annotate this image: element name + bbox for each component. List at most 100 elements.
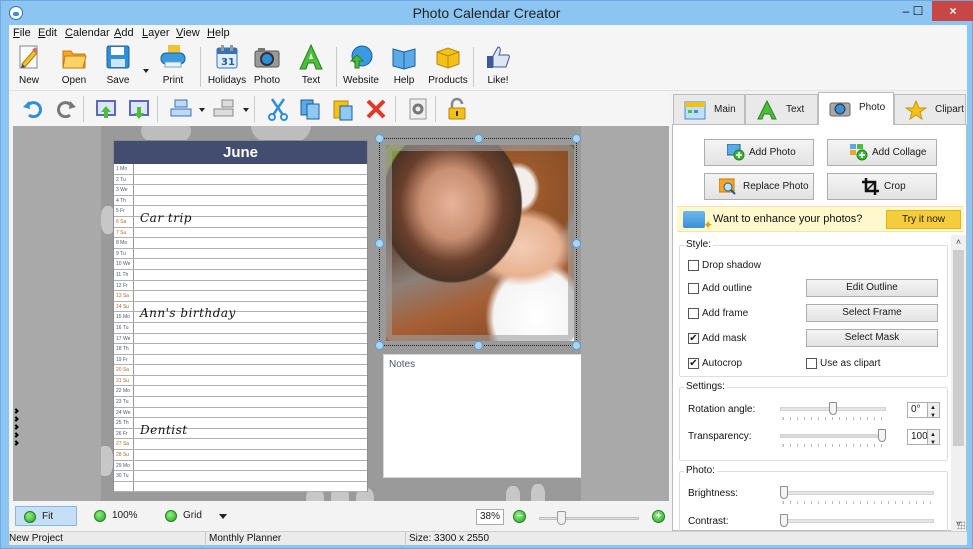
collapse-arrows[interactable]: [13, 408, 22, 449]
fit-button[interactable]: Fit: [15, 506, 77, 526]
calendar-entry-text[interactable]: Ann's birthday: [140, 306, 236, 320]
add-mask-checkbox[interactable]: ✔ Add mask: [688, 333, 746, 344]
save-button[interactable]: Save: [94, 44, 142, 90]
drop-shadow-checkbox[interactable]: Drop shadow: [688, 260, 761, 271]
calendar-day-row[interactable]: 23 Tu: [114, 397, 367, 408]
calendar-day-row[interactable]: 15 Mo Ann's birthday: [114, 306, 367, 323]
calendar-day-row[interactable]: 27 Sa: [114, 439, 367, 451]
panel-scrollbar[interactable]: ˄ ˅: [951, 235, 966, 531]
calendar-page[interactable]: June 1 Mo 2 Tu 3 We 4 Th 5 Fr 6 Sa Car trip 7 S…: [101, 126, 581, 501]
menu-view[interactable]: View: [176, 27, 200, 39]
zoom-out-button[interactable]: −: [513, 510, 526, 523]
zoom-100-button[interactable]: 100%: [86, 506, 146, 526]
tab-text[interactable]: Text: [745, 94, 818, 124]
menu-help[interactable]: Help: [207, 27, 230, 39]
resize-handle-top[interactable]: [474, 134, 483, 143]
open-button[interactable]: Open: [50, 44, 98, 90]
redo-icon[interactable]: [54, 97, 78, 121]
resize-handle-bottom[interactable]: [474, 341, 483, 350]
website-button[interactable]: Website: [337, 44, 385, 90]
menu-layer[interactable]: Layer: [142, 27, 170, 39]
menu-calendar[interactable]: Calendar: [65, 27, 110, 39]
resize-handle-bottom-left[interactable]: [375, 341, 384, 350]
calendar-day-row[interactable]: 30 Tu: [114, 471, 367, 482]
text-button[interactable]: Text: [287, 43, 335, 90]
calendar-day-row[interactable]: 17 We: [114, 333, 367, 345]
zoom-slider-thumb[interactable]: [557, 511, 567, 525]
design-canvas[interactable]: June 1 Mo 2 Tu 3 We 4 Th 5 Fr 6 Sa Car trip 7 S…: [13, 126, 669, 501]
family-photo[interactable]: [386, 145, 574, 341]
transparency-slider-thumb[interactable]: [878, 429, 886, 442]
calendar-month-title[interactable]: June: [114, 141, 367, 164]
delete-icon[interactable]: [364, 97, 388, 121]
add-photo-button[interactable]: Add Photo: [704, 139, 814, 166]
calendar-day-row[interactable]: [114, 481, 367, 493]
align-icon[interactable]: [169, 97, 193, 121]
calendar-day-row[interactable]: 4 Th: [114, 195, 367, 207]
zoom-in-button[interactable]: +: [652, 510, 665, 523]
add-frame-checkbox[interactable]: Add frame: [688, 308, 748, 319]
select-mask-button[interactable]: Select Mask: [806, 329, 938, 347]
notes-box[interactable]: Notes: [383, 354, 581, 478]
calendar-day-row[interactable]: 18 Th: [114, 344, 367, 355]
edit-outline-button[interactable]: Edit Outline: [806, 279, 938, 297]
calendar-day-row[interactable]: 6 Sa Car trip: [114, 211, 367, 228]
align-dropdown-arrow[interactable]: [199, 108, 205, 112]
calendar-day-row[interactable]: 13 Sa: [114, 291, 367, 302]
products-button[interactable]: Products: [424, 44, 472, 90]
calendar-day-row[interactable]: 28 Su: [114, 450, 367, 461]
rotation-angle-spinbox[interactable]: 0°: [907, 401, 940, 423]
resize-handle-bottom-right[interactable]: [572, 341, 581, 350]
resize-handle-top-left[interactable]: [375, 134, 384, 143]
calendar-day-row[interactable]: 29 Mo: [114, 460, 367, 472]
help-button[interactable]: Help: [380, 44, 428, 90]
distribute-icon[interactable]: [212, 97, 236, 121]
bring-forward-icon[interactable]: [95, 97, 119, 121]
calendar-day-row[interactable]: 9 Tu: [114, 248, 367, 260]
calendar-day-row[interactable]: 7 Su: [114, 227, 367, 239]
brightness-slider-thumb[interactable]: [780, 486, 788, 499]
properties-icon[interactable]: [406, 97, 430, 121]
calendar-grid[interactable]: June 1 Mo 2 Tu 3 We 4 Th 5 Fr 6 Sa Car trip 7 S…: [113, 140, 368, 493]
calendar-day-row[interactable]: 2 Tu: [114, 174, 367, 186]
drop-shadow-checkbox-box[interactable]: [688, 260, 699, 271]
zoom-slider-track[interactable]: [539, 517, 639, 520]
calendar-day-row[interactable]: 24 We: [114, 407, 367, 419]
transparency-spinbox[interactable]: 100: [907, 428, 940, 450]
zoom-percent-field[interactable]: 38%: [476, 509, 504, 525]
like-button[interactable]: Like!: [474, 44, 522, 90]
replace-photo-button[interactable]: Replace Photo: [704, 173, 814, 200]
calendar-day-row[interactable]: 26 Fr Dentist: [114, 423, 367, 440]
tab-clipart[interactable]: Clipart: [894, 94, 966, 124]
calendar-day-row[interactable]: 16 Tu: [114, 322, 367, 334]
autocrop-checkbox-box[interactable]: ✔: [688, 358, 699, 369]
send-backward-icon[interactable]: [128, 97, 152, 121]
new-button[interactable]: New: [5, 44, 53, 90]
undo-icon[interactable]: [21, 97, 45, 121]
grid-dropdown-arrow[interactable]: [219, 514, 227, 519]
copy-icon[interactable]: [298, 97, 322, 121]
cut-icon[interactable]: [266, 97, 290, 121]
contrast-slider-track[interactable]: [780, 519, 934, 523]
scroll-up-button[interactable]: ˄: [951, 235, 966, 249]
rotation-slider-thumb[interactable]: [829, 402, 837, 415]
contrast-slider-thumb[interactable]: [780, 514, 788, 527]
paste-icon[interactable]: [331, 97, 355, 121]
tab-main[interactable]: Main: [673, 94, 745, 124]
autocrop-checkbox[interactable]: ✔ Autocrop: [688, 358, 742, 369]
photo-selection-frame[interactable]: [375, 134, 581, 350]
lock-icon[interactable]: [445, 97, 469, 121]
calendar-entry-text[interactable]: Car trip: [140, 211, 192, 225]
transparency-spin-buttons[interactable]: [927, 428, 940, 450]
calendar-day-row[interactable]: 11 Th: [114, 269, 367, 281]
calendar-day-row[interactable]: 19 Fr: [114, 354, 367, 366]
calendar-day-row[interactable]: 3 We: [114, 185, 367, 196]
calendar-day-row[interactable]: 22 Mo: [114, 386, 367, 398]
calendar-day-row[interactable]: 10 We: [114, 259, 367, 270]
tab-photo[interactable]: Photo: [818, 92, 894, 125]
add-collage-button[interactable]: Add Collage: [827, 139, 937, 166]
resize-handle-left[interactable]: [375, 239, 384, 248]
resize-handle-right[interactable]: [572, 239, 581, 248]
calendar-day-row[interactable]: 21 Su: [114, 375, 367, 387]
print-button[interactable]: Print: [149, 44, 197, 90]
